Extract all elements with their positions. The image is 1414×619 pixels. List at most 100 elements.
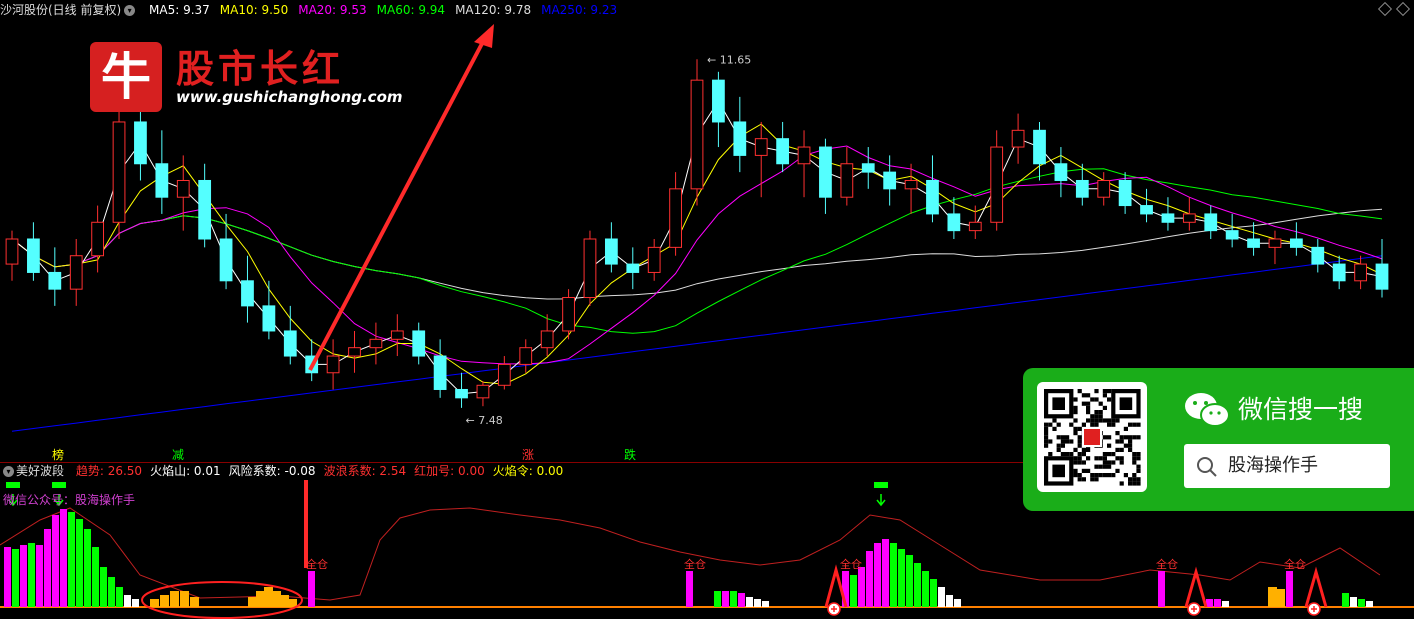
qr-cell (1056, 447, 1061, 452)
qr-cell (1065, 439, 1070, 444)
full-position-label: 全仓 (1156, 557, 1178, 571)
qr-cell (1102, 405, 1107, 410)
qr-cell (1102, 393, 1107, 398)
qr-cell (1081, 393, 1086, 398)
indicator-item-label: 火焰山: (150, 464, 194, 478)
indicator-bar (308, 571, 315, 607)
qr-cell (1107, 397, 1112, 402)
indicator-bar (866, 551, 873, 607)
full-position-label: 全仓 (306, 557, 328, 571)
qr-cell (1098, 401, 1103, 406)
qr-cell (1132, 452, 1137, 457)
indicator-bar (1366, 601, 1373, 607)
qr-cell (1102, 418, 1107, 423)
indicator-item: 趋势: 26.50 (76, 464, 142, 478)
candle-up (754, 138, 768, 156)
indicator-item-value: 26.50 (107, 464, 143, 478)
qr-cell (1069, 422, 1074, 427)
ma-legend-item: MA250: 9.23 (541, 3, 618, 17)
candle-down (455, 388, 468, 399)
indicator-item: 风险系数: -0.08 (229, 464, 316, 478)
high-price-label: ← 11.65 (707, 53, 751, 66)
indicator-bar (754, 599, 761, 607)
qr-cell (1048, 452, 1053, 457)
indicator-bar (686, 571, 693, 607)
qr-cell (1048, 422, 1053, 427)
flame-bar (190, 597, 199, 607)
qr-cell (1077, 439, 1082, 444)
candle-down (861, 163, 875, 173)
calendar-label: 榜 (52, 448, 65, 462)
qr-cell (1128, 422, 1133, 427)
qr-cell (1077, 473, 1082, 478)
qr-cell (1081, 477, 1086, 482)
qr-cell (1111, 452, 1116, 457)
qr-finder (1119, 397, 1133, 410)
qr-cell (1060, 443, 1065, 448)
candle-up (497, 363, 511, 386)
qr-cell (1094, 410, 1099, 415)
candle-down (48, 271, 62, 290)
candle-down (1311, 246, 1325, 265)
indicator-bar (738, 593, 745, 607)
qr-cell (1086, 418, 1091, 423)
indicator-item-label: 趋势: (75, 464, 108, 478)
indicator-bar (60, 509, 67, 607)
candle-down (1075, 179, 1089, 198)
qr-cell (1111, 460, 1116, 465)
qr-cell (1115, 447, 1120, 452)
candle-down (241, 280, 254, 307)
wechat-icon (1185, 393, 1230, 427)
qr-cell (1077, 477, 1082, 482)
candle-down (712, 79, 725, 123)
signal-marker (6, 482, 20, 488)
qr-cell (1115, 468, 1120, 473)
qr-cell (1073, 431, 1078, 436)
indicator-bar (76, 519, 83, 607)
indicator-bar (890, 543, 897, 607)
qr-cell (1073, 418, 1078, 423)
indicator-bar (762, 601, 769, 607)
candle-up (647, 246, 661, 273)
trend-arrow-head (474, 24, 494, 48)
indicator-bar (1158, 571, 1165, 607)
qr-cell (1065, 452, 1070, 457)
indicator-name[interactable]: 美好波段 (16, 464, 64, 478)
qr-cell (1044, 443, 1049, 448)
qr-cell (1060, 435, 1065, 440)
ma-legend-item: MA60: 9.94 (376, 3, 446, 17)
qr-cell (1123, 473, 1128, 478)
candle-down (1118, 179, 1132, 207)
chart-header: 沙河股份(日线 前复权) ▾ MA5: 9.37 MA10: 9.50 MA20: 9… (0, 0, 1414, 20)
dropdown-icon[interactable]: ▾ (3, 466, 14, 477)
qr-cell (1132, 481, 1137, 486)
qr-cell (1077, 435, 1082, 440)
ma-legend-item: MA5: 9.37 (149, 3, 210, 17)
indicator-bar (68, 512, 75, 607)
candle-down (1375, 263, 1389, 290)
qr-cell (1132, 460, 1137, 465)
candle-down (134, 121, 147, 165)
ma120-line (11, 208, 1383, 300)
indicator-item: 火焰山: 0.01 (150, 464, 221, 478)
wechat-search-box[interactable]: 股海操作手 (1184, 444, 1390, 488)
qr-cell (1086, 447, 1091, 452)
candle-down (262, 305, 276, 332)
low-price-label: ← 7.48 (466, 414, 503, 427)
wechat-search-card[interactable]: 微信搜一搜 股海操作手 (1023, 368, 1414, 511)
qr-cell (1102, 464, 1107, 469)
candle-up (390, 330, 404, 340)
indicator-bar (914, 563, 921, 607)
qr-cell (1107, 443, 1112, 448)
dropdown-icon[interactable]: ▾ (124, 5, 136, 16)
ma-legend-item: MA10: 9.50 (219, 3, 289, 17)
stock-name[interactable]: 沙河股份(日线 前复权) (0, 3, 121, 17)
qr-cell (1136, 435, 1141, 440)
candle-down (219, 238, 233, 282)
qr-cell (1073, 473, 1078, 478)
qr-cell (1128, 481, 1133, 486)
indicator-bar (4, 547, 11, 607)
indicator-bar (44, 529, 51, 607)
ma-legend-item: MA120: 9.78 (455, 3, 532, 17)
logo-title: 股市长红 (176, 46, 345, 91)
